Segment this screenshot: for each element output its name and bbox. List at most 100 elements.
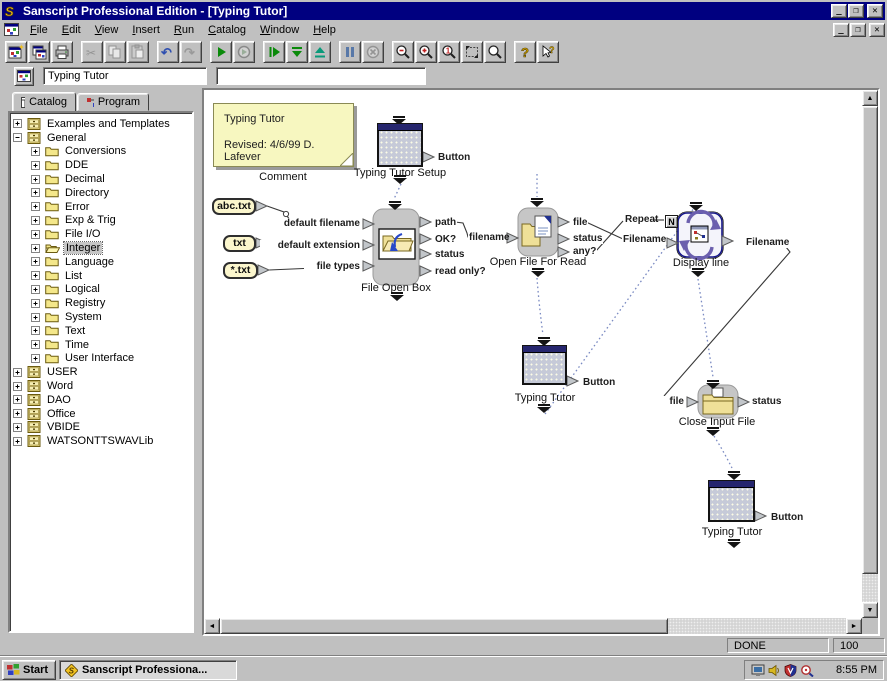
vertical-scrollbar[interactable]: ▲ ▼ [862, 90, 878, 618]
tree-item-label[interactable]: Decimal [63, 173, 107, 185]
new-flowgram-button[interactable]: ✦ [5, 41, 27, 63]
tree-item-label[interactable]: Conversions [63, 145, 128, 157]
tree-item-user[interactable]: USER [10, 365, 192, 379]
menu-edit[interactable]: Edit [55, 23, 88, 37]
tree-item-label[interactable]: USER [45, 366, 80, 378]
comment-note[interactable]: Typing Tutor Revised: 4/6/99 D. Lafever [213, 103, 354, 167]
tree-item-office[interactable]: Office [10, 407, 192, 421]
tree-expander[interactable] [31, 188, 42, 197]
tree-item-watsonttswavlib[interactable]: WATSONTTSWAVLib [10, 434, 192, 448]
magnifier-button[interactable] [484, 41, 506, 63]
tree-expander[interactable] [31, 244, 42, 253]
tree-expander[interactable] [31, 271, 42, 280]
tab-program[interactable]: Program [77, 93, 149, 111]
step-out-button[interactable] [309, 41, 331, 63]
flowgram-diagram[interactable]: Typing Tutor Revised: 4/6/99 D. Lafever … [204, 90, 862, 618]
tree-item-file-i-o[interactable]: File I/O [10, 227, 192, 241]
tree-item-integer[interactable]: Integer [10, 241, 192, 255]
paste-button[interactable] [127, 41, 149, 63]
restore-button[interactable]: ❐ [848, 4, 864, 18]
tree-expander[interactable] [13, 368, 24, 377]
tree-item-label[interactable]: General [45, 132, 88, 144]
tree-item-label[interactable]: Language [63, 256, 116, 268]
scroll-right-button[interactable]: ► [846, 618, 862, 634]
tree-item-label[interactable]: Registry [63, 297, 107, 309]
node-typing-tutor-mid[interactable] [522, 345, 567, 385]
tree-expander[interactable] [13, 437, 24, 446]
catalog-tree[interactable]: Examples and Templates GeneralConversions… [8, 111, 194, 633]
flowgram-selector[interactable]: Typing Tutor [43, 67, 207, 85]
minimize-button[interactable]: _ [831, 4, 847, 18]
node-typing-tutor-bottom[interactable] [708, 480, 755, 522]
repeat-count-badge[interactable]: N [665, 215, 678, 228]
tree-item-text[interactable]: Text [10, 324, 192, 338]
zoom-100-button[interactable]: 1 [438, 41, 460, 63]
constant-abc-txt[interactable]: abc.txt [212, 198, 256, 215]
tree-item-time[interactable]: Time [10, 338, 192, 352]
tree-expander[interactable] [13, 395, 24, 404]
scroll-up-button[interactable]: ▲ [862, 90, 878, 106]
tree-item-dde[interactable]: DDE [10, 158, 192, 172]
mdi-child-icon[interactable] [4, 23, 19, 36]
pause-button[interactable] [339, 41, 361, 63]
tree-expander[interactable] [31, 285, 42, 294]
zoom-in-button[interactable] [415, 41, 437, 63]
tree-item-registry[interactable]: Registry [10, 296, 192, 310]
menu-help[interactable]: Help [306, 23, 343, 37]
tree-item-label[interactable]: DDE [63, 159, 90, 171]
tree-expander[interactable] [31, 313, 42, 322]
run-in-debugger-button[interactable] [233, 41, 255, 63]
tree-item-label[interactable]: Logical [63, 283, 102, 295]
tree-item-examples-and-templates[interactable]: Examples and Templates [10, 117, 192, 131]
tree-item-conversions[interactable]: Conversions [10, 145, 192, 159]
tree-expander[interactable] [13, 409, 24, 418]
tree-item-system[interactable]: System [10, 310, 192, 324]
tree-item-label[interactable]: File I/O [63, 228, 102, 240]
watch-value-field[interactable] [216, 67, 426, 85]
node-open-file-for-read[interactable] [518, 208, 558, 256]
cut-button[interactable]: ✂ [81, 41, 103, 63]
constant-txt[interactable]: txt [223, 235, 256, 252]
tree-expander[interactable] [31, 340, 42, 349]
menu-run[interactable]: Run [167, 23, 201, 37]
tab-catalog[interactable]: Catalog [12, 92, 76, 111]
copy-button[interactable] [104, 41, 126, 63]
node-close-input-file[interactable] [698, 385, 738, 418]
undo-button[interactable]: ↶ [157, 41, 179, 63]
tree-expander[interactable] [31, 216, 42, 225]
flowgram-list-button[interactable] [14, 67, 34, 86]
tree-item-label[interactable]: Error [63, 201, 91, 213]
run-button[interactable] [210, 41, 232, 63]
zoom-out-button[interactable] [392, 41, 414, 63]
menu-view[interactable]: View [88, 23, 126, 37]
tree-item-label[interactable]: System [63, 311, 104, 323]
horizontal-scroll-thumb[interactable] [220, 618, 668, 634]
tree-item-language[interactable]: Language [10, 255, 192, 269]
step-button[interactable] [263, 41, 285, 63]
tree-item-label[interactable]: WATSONTTSWAVLib [45, 435, 155, 447]
tree-expander[interactable] [31, 299, 42, 308]
tree-item-label[interactable]: Office [45, 408, 78, 420]
menu-window[interactable]: Window [253, 23, 306, 37]
app-icon[interactable]: S [4, 4, 19, 18]
context-help-button[interactable]: ? [537, 41, 559, 63]
tree-item-label[interactable]: Text [63, 325, 87, 337]
vertical-scroll-thumb[interactable] [862, 106, 878, 574]
mdi-close-button[interactable]: ✕ [869, 23, 885, 37]
tree-item-label[interactable]: Time [63, 339, 91, 351]
open-flowgram-button[interactable] [28, 41, 50, 63]
close-button[interactable]: ✕ [867, 4, 883, 18]
tree-expander[interactable] [13, 133, 24, 142]
tree-item-general[interactable]: General [10, 131, 192, 145]
tree-item-label[interactable]: Examples and Templates [45, 118, 172, 130]
print-button[interactable] [51, 41, 73, 63]
tree-item-label[interactable]: Word [45, 380, 75, 392]
scroll-left-button[interactable]: ◄ [204, 618, 220, 634]
tree-expander[interactable] [13, 119, 24, 128]
help-button[interactable]: ? [514, 41, 536, 63]
tree-item-label[interactable]: List [63, 270, 84, 282]
tree-expander[interactable] [13, 423, 24, 432]
tree-expander[interactable] [31, 354, 42, 363]
scroll-down-button[interactable]: ▼ [862, 602, 878, 618]
tree-item-word[interactable]: Word [10, 379, 192, 393]
